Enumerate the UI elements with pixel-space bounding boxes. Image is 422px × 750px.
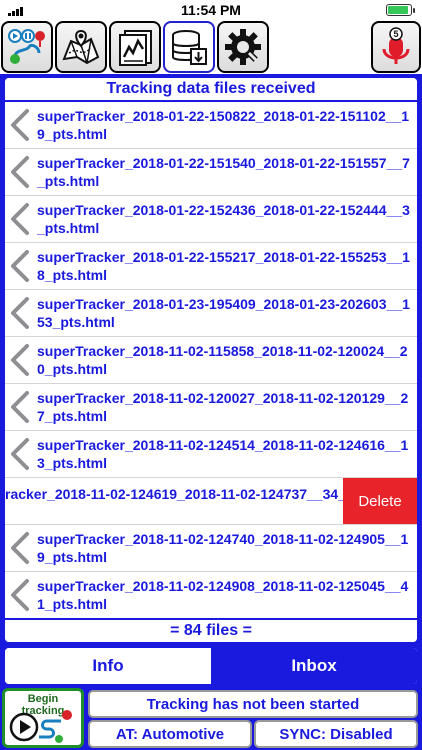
tab-inbox[interactable]: Inbox — [211, 648, 417, 684]
tracking-status: Tracking has not been started — [88, 690, 418, 718]
chevron-left-icon — [11, 203, 29, 235]
file-name: superTracker_2018-11-02-115858_2018-11-0… — [37, 343, 408, 377]
file-name: superTracker_2018-11-02-124514_2018-11-0… — [37, 437, 409, 471]
file-name: superTracker_2018-01-22-151540_2018-01-2… — [37, 155, 410, 189]
file-row[interactable]: superTracker_2018-01-22-152436_2018-01-2… — [5, 196, 417, 243]
status-time: 11:54 PM — [181, 2, 241, 18]
file-name: superTracker_2018-11-02-124908_2018-11-0… — [37, 578, 409, 612]
battery-icon — [386, 4, 415, 16]
settings-button[interactable] — [217, 21, 269, 73]
signal-icon — [8, 6, 26, 16]
database-button[interactable] — [163, 21, 215, 73]
chevron-left-icon — [11, 109, 29, 141]
status-bar: 11:54 PM — [0, 0, 422, 20]
chevron-left-icon — [11, 297, 29, 329]
file-row[interactable]: racker_2018-11-02-124619_2018-11-02-1247… — [5, 478, 417, 525]
chevron-left-icon — [11, 250, 29, 282]
file-name: superTracker_2018-11-02-124740_2018-11-0… — [37, 531, 409, 565]
sync-status[interactable]: SYNC: Disabled — [254, 720, 418, 748]
tracking-status-button[interactable] — [1, 21, 53, 73]
file-row[interactable]: superTracker_2018-01-22-151540_2018-01-2… — [5, 149, 417, 196]
activity-type[interactable]: AT: Automotive — [88, 720, 252, 748]
tab-info[interactable]: Info — [5, 648, 211, 684]
file-name: superTracker_2018-01-23-195409_2018-01-2… — [37, 296, 410, 330]
file-row[interactable]: superTracker_2018-01-23-195409_2018-01-2… — [5, 290, 417, 337]
database-download-icon — [172, 30, 207, 65]
file-row[interactable]: superTracker_2018-01-22-150822_2018-01-2… — [5, 102, 417, 149]
map-route-icon — [62, 29, 100, 65]
file-row[interactable]: superTracker_2018-01-22-155217_2018-01-2… — [5, 243, 417, 290]
tracking-status-icon — [8, 29, 45, 64]
chevron-left-icon — [11, 156, 29, 188]
chart-document-icon — [119, 30, 152, 66]
voice-button[interactable]: 5 — [371, 21, 421, 73]
mic-badge: 5 — [393, 29, 398, 39]
panel-title: Tracking data files received — [5, 78, 417, 102]
begin-tracking-button[interactable]: Begin tracking — [2, 688, 84, 748]
play-route-icon — [9, 710, 72, 743]
delete-button[interactable]: Delete — [343, 478, 417, 524]
chevron-left-icon — [11, 532, 29, 564]
chart-button[interactable] — [109, 21, 161, 73]
toolbar: 5 — [0, 20, 422, 74]
microphone-icon: 5 — [382, 27, 410, 64]
chevron-left-icon — [11, 579, 29, 611]
file-row[interactable]: superTracker_2018-11-02-124908_2018-11-0… — [5, 572, 417, 619]
file-name: racker_2018-11-02-124619_2018-11-02-1247… — [5, 486, 345, 502]
file-name: superTracker_2018-01-22-155217_2018-01-2… — [37, 249, 410, 283]
gear-icon — [225, 29, 261, 65]
file-row[interactable]: superTracker_2018-11-02-124740_2018-11-0… — [5, 525, 417, 572]
chevron-left-icon — [11, 391, 29, 423]
file-row[interactable]: superTracker_2018-11-02-120027_2018-11-0… — [5, 384, 417, 431]
tab-bar: Info Inbox — [3, 646, 419, 686]
chevron-left-icon — [11, 344, 29, 376]
file-name: superTracker_2018-01-22-152436_2018-01-2… — [37, 202, 410, 236]
chevron-left-icon — [11, 438, 29, 470]
files-panel: Tracking data files received superTracke… — [3, 76, 419, 644]
map-button[interactable] — [55, 21, 107, 73]
file-list[interactable]: superTracker_2018-01-22-150822_2018-01-2… — [5, 102, 417, 620]
file-name: superTracker_2018-11-02-120027_2018-11-0… — [37, 390, 409, 424]
file-row[interactable]: superTracker_2018-11-02-115858_2018-11-0… — [5, 337, 417, 384]
file-count: = 84 files = — [5, 618, 417, 642]
file-row[interactable]: superTracker_2018-11-02-124514_2018-11-0… — [5, 431, 417, 478]
file-name: superTracker_2018-01-22-150822_2018-01-2… — [37, 108, 410, 142]
